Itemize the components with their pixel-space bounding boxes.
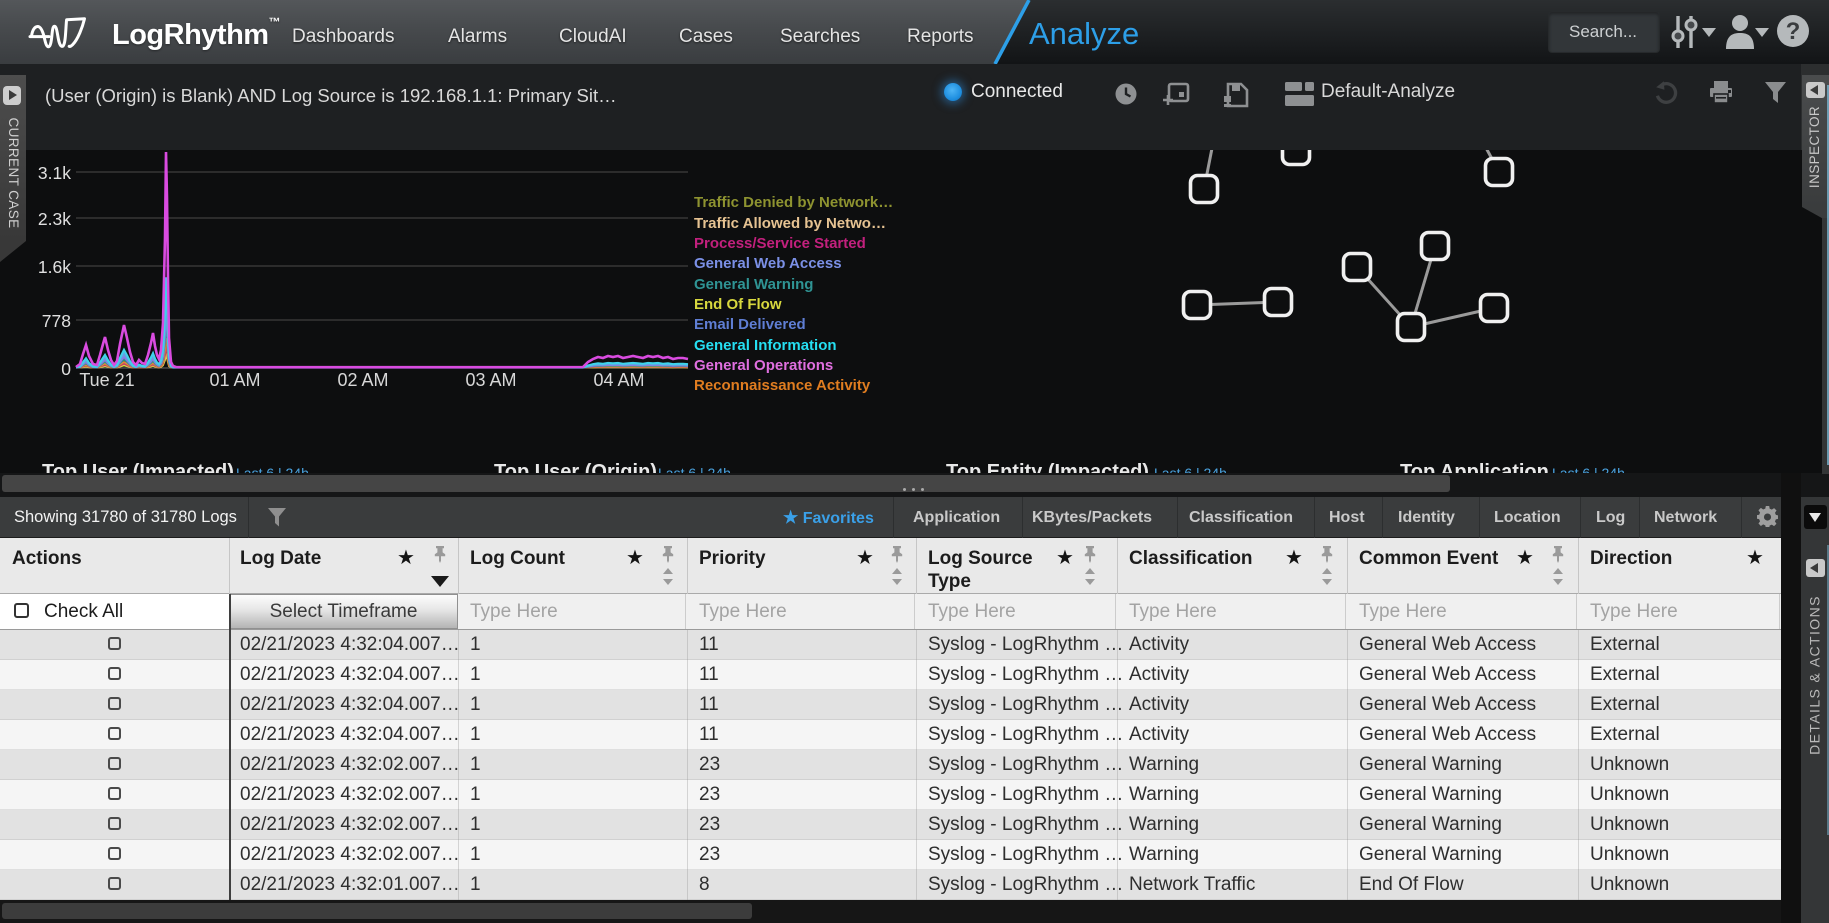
svg-text:?: ?: [1786, 18, 1801, 45]
